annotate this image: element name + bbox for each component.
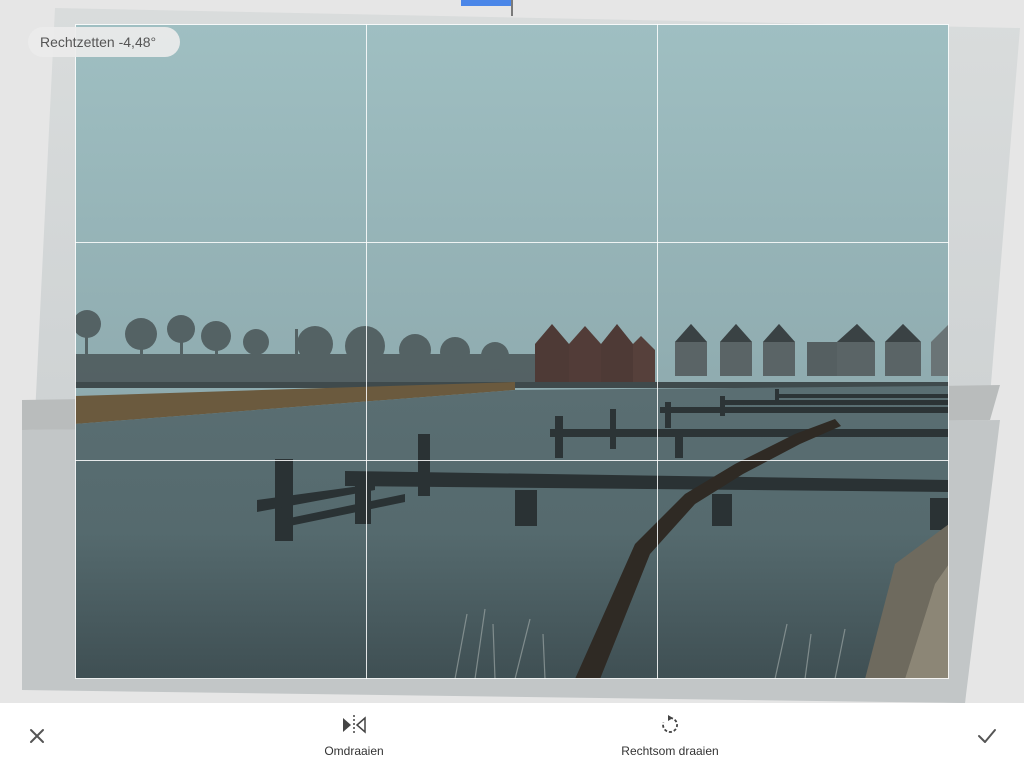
flip-button[interactable]: Omdraaien (313, 703, 395, 768)
flip-horizontal-icon (343, 714, 366, 735)
rotate-clockwise-button[interactable]: Rechtsom draaien (612, 703, 728, 768)
grid-line-horizontal-1 (75, 242, 949, 243)
grid-line-vertical-2 (657, 24, 658, 679)
cancel-button[interactable] (17, 716, 57, 756)
check-icon (978, 729, 996, 743)
flip-button-label: Omdraaien (324, 743, 384, 758)
rotate-clockwise-icon (662, 714, 678, 733)
photo-editor-canvas: Rechtzetten -4,48° (0, 0, 1024, 703)
close-icon (30, 729, 44, 743)
confirm-button[interactable] (967, 716, 1007, 756)
straighten-angle-badge: Rechtzetten -4,48° (28, 27, 181, 57)
grid-line-horizontal-2 (75, 460, 949, 461)
lake-pier-photo (75, 24, 949, 679)
straighten-angle-label: Rechtzetten -4,48° (40, 34, 157, 50)
bottom-toolbar: Omdraaien Rechtsom draaien (0, 703, 1024, 768)
cropped-photo[interactable] (75, 24, 949, 679)
grid-line-vertical-1 (366, 24, 367, 679)
rotate-clockwise-label: Rechtsom draaien (621, 743, 719, 758)
